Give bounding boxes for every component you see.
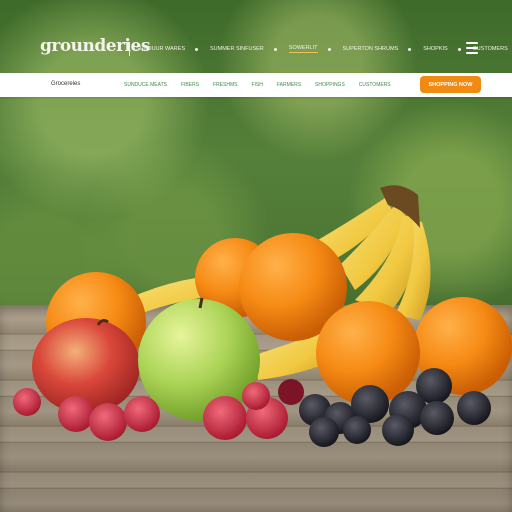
main-nav: SUNDUCE MEATS FIBERS FRESHMS FISH FARMER… <box>124 82 405 88</box>
top-nav-item[interactable]: SHOPKIS <box>423 46 447 52</box>
top-nav: SUNDUUR WARES SUMMER SINFUSER SOWERLIT S… <box>136 44 508 54</box>
main-nav-item[interactable]: FARMERS <box>277 82 301 88</box>
brand-name[interactable]: Grocereies <box>51 81 80 87</box>
main-nav-item[interactable]: FIBERS <box>181 82 199 88</box>
main-nav-bar: Grocereies SUNDUCE MEATS FIBERS FRESHMS … <box>0 73 512 97</box>
main-nav-item[interactable]: CUSTOMERS <box>359 82 391 88</box>
top-nav-item[interactable]: SUMMER SINFUSER <box>210 46 264 52</box>
site-logo[interactable]: grounderies <box>40 38 150 55</box>
top-nav-item-active[interactable]: SOWERLIT <box>288 45 318 53</box>
main-nav-item[interactable]: FISH <box>251 82 262 88</box>
separator-dot <box>457 47 461 51</box>
hamburger-menu-icon[interactable] <box>466 42 478 54</box>
logo-divider <box>129 42 130 56</box>
main-nav-item[interactable]: SHOPPINGS <box>315 82 345 88</box>
top-nav-item[interactable]: SUNDUUR WARES <box>136 46 185 52</box>
separator-dot <box>327 47 331 51</box>
main-nav-item[interactable]: FRESHMS <box>213 82 237 88</box>
separator-dot <box>273 47 277 51</box>
top-nav-item[interactable]: SUPERTON SHRUMS <box>343 46 399 52</box>
top-header: grounderies SUNDUUR WARES SUMMER SINFUSE… <box>0 0 512 74</box>
green-apple <box>138 297 260 421</box>
separator-dot <box>408 47 412 51</box>
shop-now-button[interactable]: SHOPPING NOW <box>420 76 481 93</box>
separator-dot <box>195 47 198 51</box>
main-nav-item[interactable]: SUNDUCE MEATS <box>124 82 167 88</box>
